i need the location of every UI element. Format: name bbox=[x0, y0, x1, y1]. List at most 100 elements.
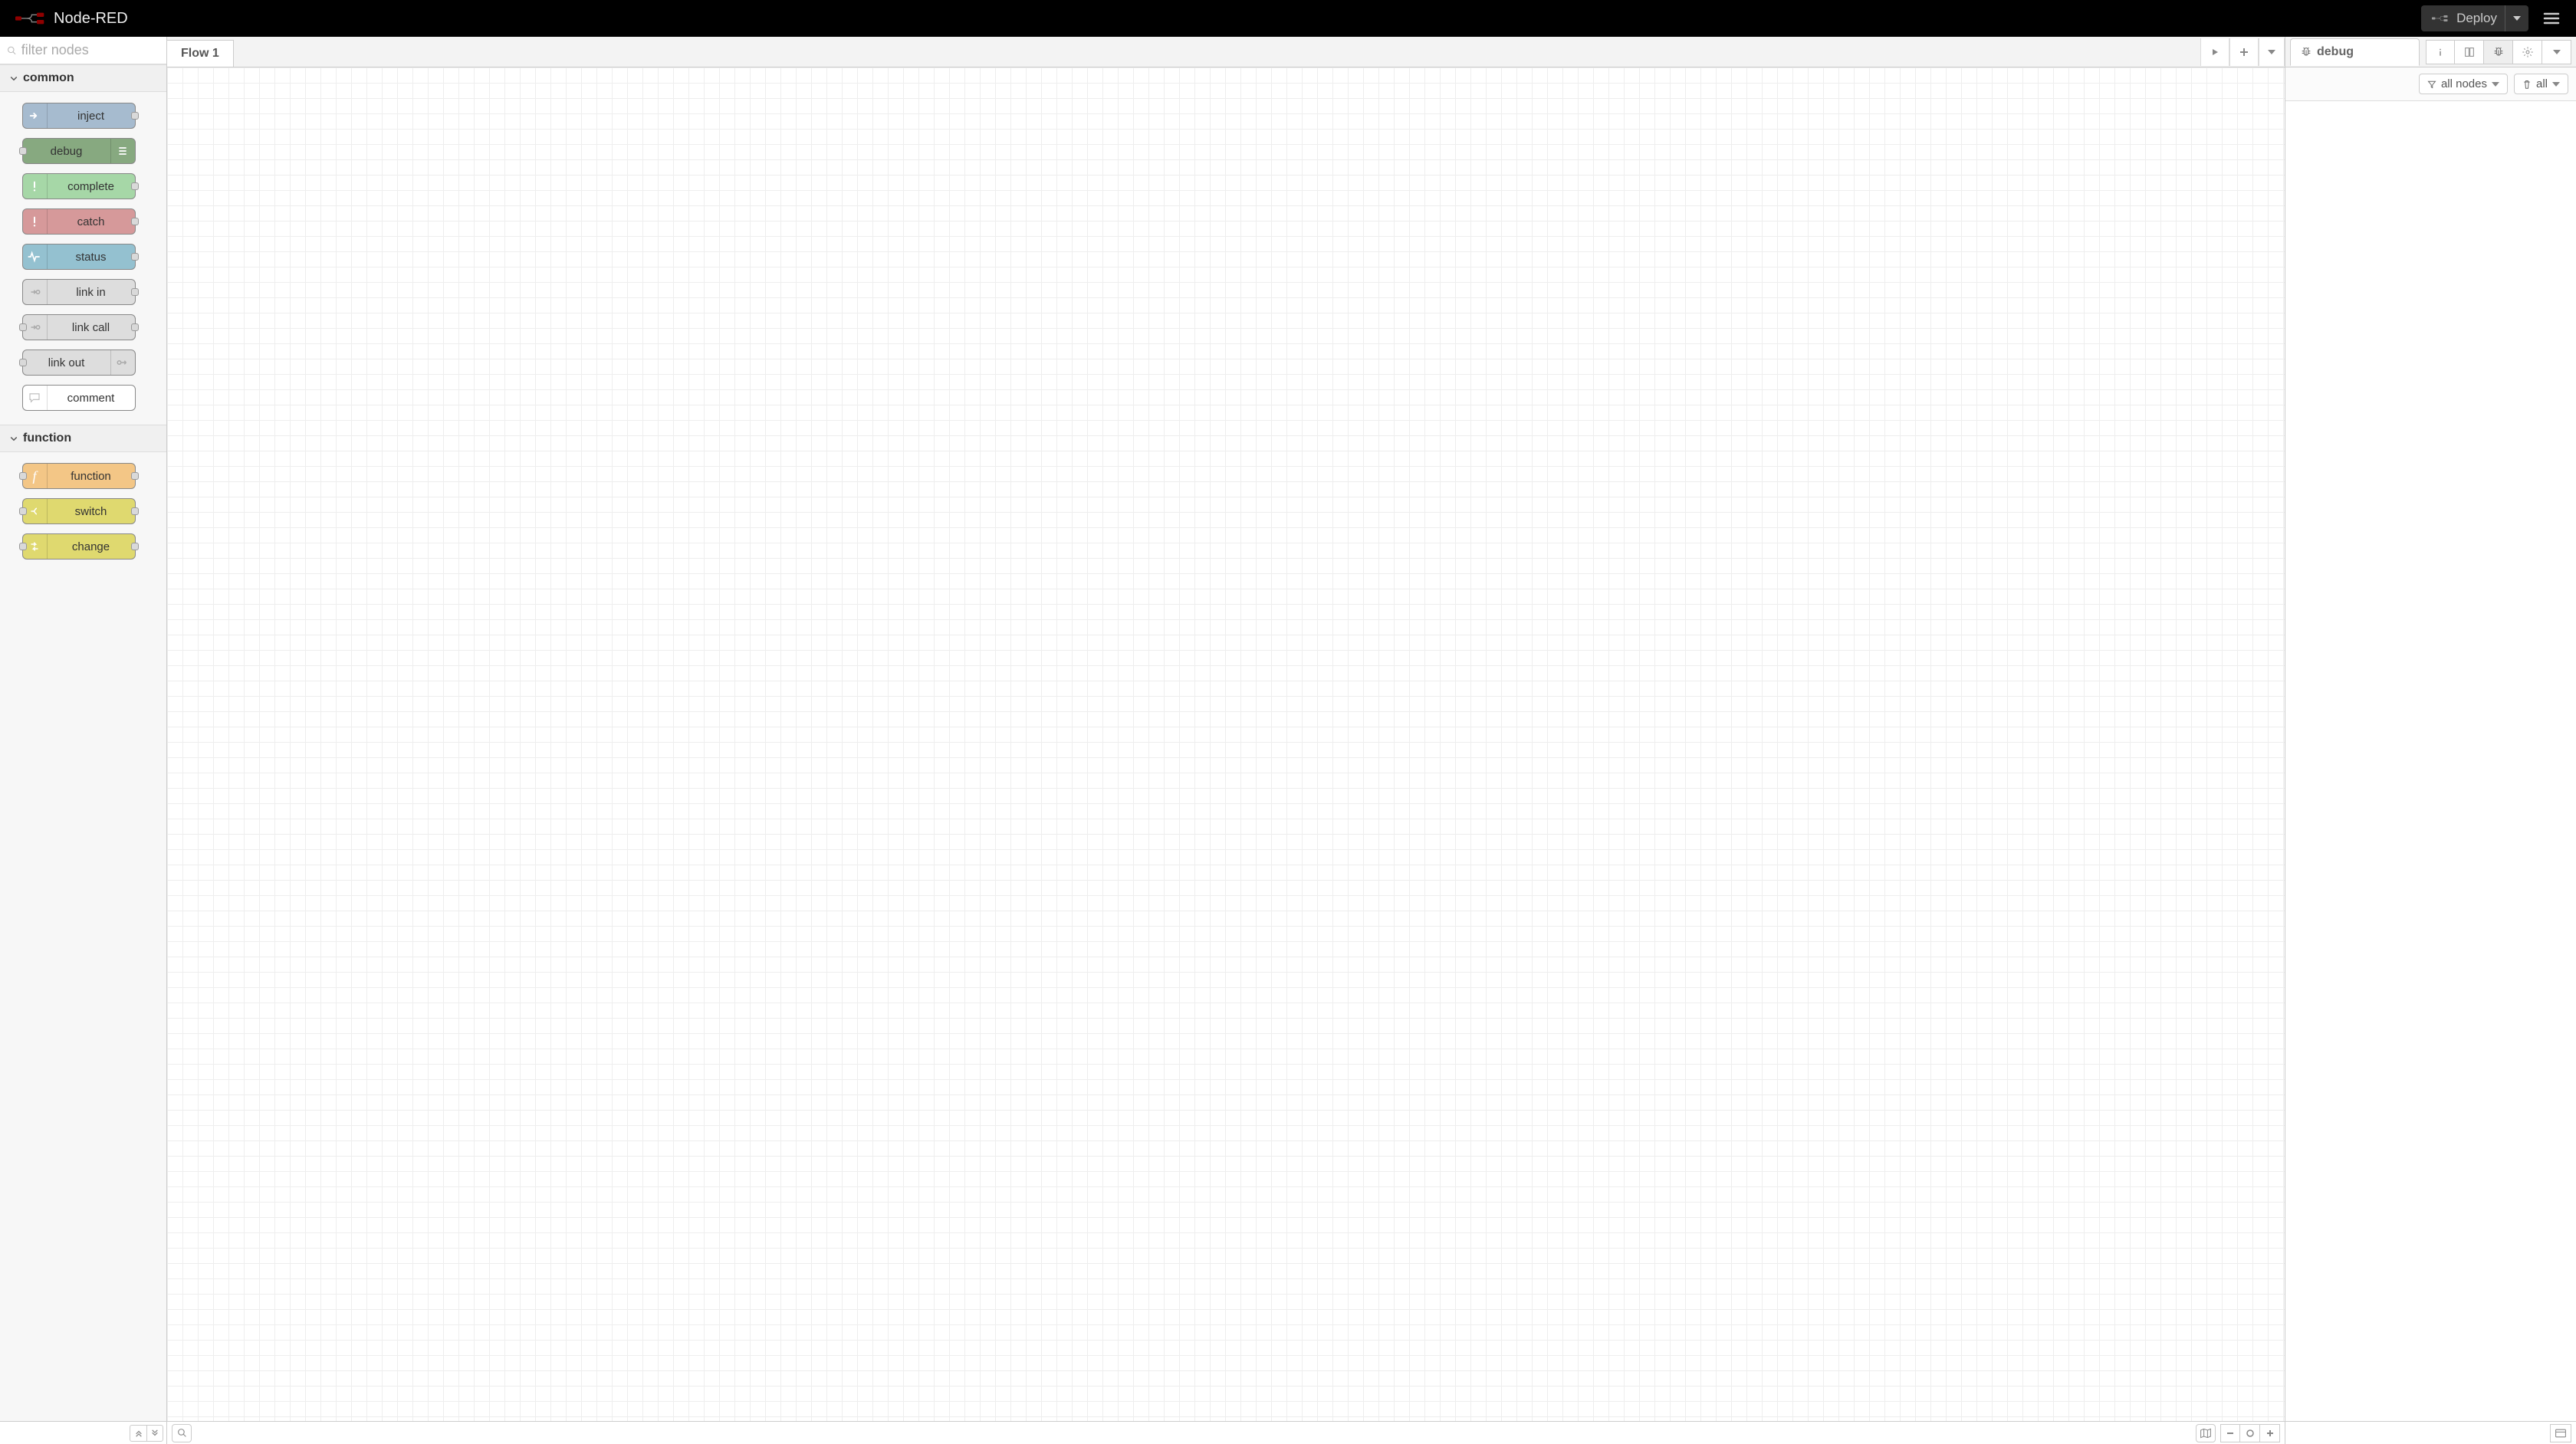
flow-tab-label: Flow 1 bbox=[181, 47, 219, 61]
window-icon bbox=[2555, 1428, 2567, 1439]
node-label: switch bbox=[48, 505, 135, 518]
workspace: Flow 1 bbox=[167, 37, 2285, 1444]
app-header: Node-RED Deploy bbox=[0, 0, 2576, 37]
chevron-down-icon bbox=[9, 74, 18, 83]
palette-node-complete[interactable]: complete bbox=[22, 173, 136, 199]
open-debug-window-button[interactable] bbox=[2550, 1424, 2571, 1442]
node-label: inject bbox=[48, 110, 135, 123]
flow-tab[interactable]: Flow 1 bbox=[167, 40, 234, 67]
zoom-out-button[interactable] bbox=[2220, 1424, 2240, 1442]
palette-node-comment[interactable]: comment bbox=[22, 385, 136, 411]
book-icon bbox=[2463, 46, 2476, 58]
palette-expand-all-button[interactable] bbox=[146, 1425, 163, 1442]
node-label: complete bbox=[48, 180, 135, 193]
sidebar-tab-debug[interactable]: debug bbox=[2290, 38, 2420, 66]
flow-canvas[interactable] bbox=[167, 67, 2285, 1421]
canvas-search-button[interactable] bbox=[172, 1424, 192, 1442]
node-port bbox=[131, 543, 139, 550]
chevron-down-icon bbox=[2553, 50, 2561, 54]
palette-collapse-all-button[interactable] bbox=[130, 1425, 146, 1442]
node-label: function bbox=[48, 470, 135, 483]
palette-node-switch[interactable]: switch bbox=[22, 498, 136, 524]
palette-node-change[interactable]: change bbox=[22, 533, 136, 560]
bug-icon bbox=[2300, 46, 2312, 58]
sidebar-tab-debug-icon[interactable] bbox=[2484, 40, 2513, 64]
chevron-down-icon bbox=[2268, 50, 2275, 54]
deploy-button[interactable]: Deploy bbox=[2421, 5, 2528, 31]
info-icon bbox=[2435, 47, 2446, 57]
category-label: function bbox=[23, 432, 71, 445]
sidebar-tab-info[interactable] bbox=[2426, 40, 2455, 64]
chevron-down-icon bbox=[9, 434, 18, 443]
palette-filter-input[interactable] bbox=[21, 42, 159, 58]
node-label: debug bbox=[23, 145, 110, 158]
palette-node-catch[interactable]: catch bbox=[22, 208, 136, 235]
flow-menu-button[interactable] bbox=[2259, 38, 2285, 66]
palette-category-common[interactable]: common bbox=[0, 64, 166, 92]
link-out-icon bbox=[110, 350, 135, 375]
debug-clear-button[interactable]: all bbox=[2514, 74, 2568, 94]
plus-icon bbox=[2266, 1429, 2275, 1438]
add-flow-button[interactable] bbox=[2229, 38, 2259, 66]
sidebar-tab-help[interactable] bbox=[2455, 40, 2484, 64]
map-icon bbox=[2200, 1428, 2212, 1439]
node-label: link in bbox=[48, 286, 135, 299]
palette-body: common inject debug complete catch statu… bbox=[0, 64, 166, 1421]
node-port bbox=[131, 218, 139, 225]
node-label: link call bbox=[48, 321, 135, 334]
filter-icon bbox=[2427, 80, 2436, 89]
debug-filter-label: all nodes bbox=[2441, 77, 2487, 90]
category-label: common bbox=[23, 71, 74, 85]
app-logo: Node-RED bbox=[15, 10, 128, 28]
exclaim-icon bbox=[23, 174, 48, 199]
sidebar-tab-config[interactable] bbox=[2513, 40, 2542, 64]
trash-icon bbox=[2522, 79, 2532, 90]
node-port bbox=[19, 472, 27, 480]
hamburger-menu-button[interactable] bbox=[2536, 3, 2567, 34]
debug-toolbar: all nodes all bbox=[2285, 67, 2576, 101]
minus-icon bbox=[2226, 1429, 2235, 1438]
play-icon bbox=[2210, 48, 2220, 57]
zoom-in-button[interactable] bbox=[2260, 1424, 2280, 1442]
toggle-tabs-button[interactable] bbox=[2200, 38, 2229, 66]
hamburger-icon bbox=[2542, 9, 2561, 28]
node-port bbox=[19, 507, 27, 515]
node-label: status bbox=[48, 251, 135, 264]
pulse-icon bbox=[23, 244, 48, 269]
palette-node-status[interactable]: status bbox=[22, 244, 136, 270]
node-port bbox=[131, 182, 139, 190]
sidebar-tabs: debug bbox=[2285, 37, 2576, 67]
palette-node-debug[interactable]: debug bbox=[22, 138, 136, 164]
sidebar: debug all nodes all bbox=[2285, 37, 2576, 1444]
chevron-down-icon bbox=[2492, 82, 2499, 87]
node-port bbox=[131, 507, 139, 515]
workspace-footer bbox=[167, 1421, 2285, 1444]
link-in-icon bbox=[23, 280, 48, 304]
flow-tabs: Flow 1 bbox=[167, 37, 2285, 67]
palette-node-link-call[interactable]: link call bbox=[22, 314, 136, 340]
chevrons-up-icon bbox=[135, 1429, 143, 1437]
palette-node-function[interactable]: ffunction bbox=[22, 463, 136, 489]
node-port bbox=[131, 112, 139, 120]
node-port bbox=[131, 288, 139, 296]
node-port bbox=[19, 147, 27, 155]
gear-icon bbox=[2522, 46, 2534, 58]
palette-node-link-in[interactable]: link in bbox=[22, 279, 136, 305]
bubble-icon bbox=[23, 386, 48, 410]
navigator-button[interactable] bbox=[2196, 1424, 2216, 1442]
node-port bbox=[131, 323, 139, 331]
chevrons-down-icon bbox=[151, 1429, 159, 1437]
chevron-down-icon bbox=[2552, 82, 2560, 87]
app-title: Node-RED bbox=[54, 10, 128, 28]
plus-icon bbox=[2239, 47, 2249, 57]
palette-footer bbox=[0, 1421, 166, 1444]
chevron-down-icon bbox=[2513, 16, 2521, 21]
zoom-reset-button[interactable] bbox=[2240, 1424, 2260, 1442]
palette-node-link-out[interactable]: link out bbox=[22, 350, 136, 376]
debug-filter-button[interactable]: all nodes bbox=[2419, 74, 2508, 94]
deploy-label: Deploy bbox=[2456, 11, 2497, 26]
sidebar-tab-menu[interactable] bbox=[2542, 40, 2571, 64]
palette-category-function[interactable]: function bbox=[0, 425, 166, 452]
debug-clear-label: all bbox=[2536, 77, 2548, 90]
palette-node-inject[interactable]: inject bbox=[22, 103, 136, 129]
